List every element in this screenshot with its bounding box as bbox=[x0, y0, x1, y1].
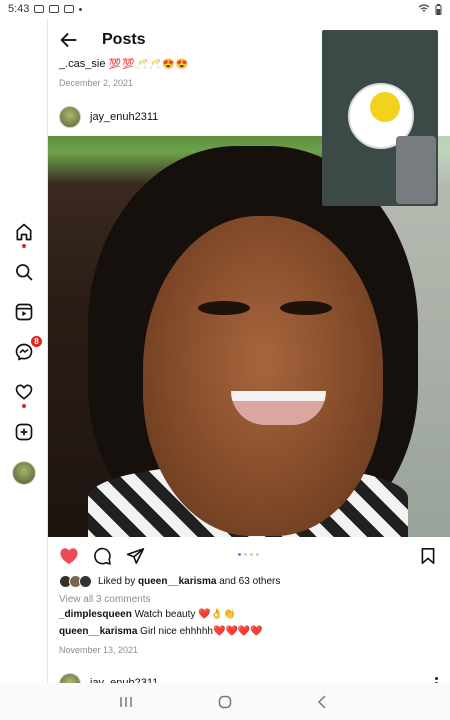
post-date: November 13, 2021 bbox=[59, 645, 139, 655]
post-actions bbox=[48, 537, 450, 573]
comment-item: _dimplesqueen Watch beauty ❤️👌👏 bbox=[59, 609, 236, 620]
search-icon bbox=[16, 264, 33, 281]
back-arrow-icon[interactable] bbox=[58, 29, 80, 51]
previous-post-caption: _.cas_sie 💯💯🥂🥂😍😍 bbox=[59, 58, 189, 70]
back-system-button[interactable] bbox=[312, 693, 332, 711]
instagram-notification-icon bbox=[34, 5, 45, 13]
youtube-notification-icon bbox=[49, 5, 60, 13]
wifi-icon bbox=[418, 4, 430, 12]
home-button[interactable] bbox=[13, 221, 35, 248]
photo-face bbox=[143, 216, 383, 536]
post-author-avatar[interactable] bbox=[59, 106, 81, 128]
likes-suffix[interactable]: and 63 others bbox=[219, 576, 280, 587]
create-icon bbox=[15, 423, 33, 441]
previous-caption-emoji: 💯💯🥂🥂😍😍 bbox=[108, 59, 190, 70]
status-bar: 5:43 bbox=[0, 0, 450, 18]
comment-text: Girl nice ehhhhh❤️❤️❤️❤️ bbox=[140, 626, 263, 637]
likes-prefix: Liked by bbox=[98, 575, 136, 587]
photo-eye-left bbox=[198, 301, 250, 315]
comment-icon[interactable] bbox=[93, 547, 112, 566]
previous-post-date: December 2, 2021 bbox=[59, 78, 134, 88]
activity-dot bbox=[22, 404, 26, 408]
likes-user[interactable]: queen__karisma bbox=[138, 576, 216, 587]
messenger-badge: 8 bbox=[30, 335, 43, 348]
more-notifications-icon bbox=[79, 7, 83, 11]
comment-item: queen__karisma Girl nice ehhhhh❤️❤️❤️❤️ bbox=[59, 626, 263, 637]
recent-apps-button[interactable] bbox=[116, 693, 136, 711]
reels-button[interactable] bbox=[13, 301, 35, 323]
activity-button[interactable] bbox=[13, 381, 35, 408]
save-bookmark-icon[interactable] bbox=[420, 547, 436, 565]
system-navigation-bar bbox=[0, 683, 450, 720]
battery-icon bbox=[435, 3, 442, 15]
home-activity-dot bbox=[22, 244, 26, 248]
reels-icon bbox=[15, 303, 33, 321]
page-title: Posts bbox=[102, 31, 146, 48]
comment-user[interactable]: queen__karisma bbox=[59, 626, 137, 637]
status-time: 5:43 bbox=[8, 3, 30, 15]
home-system-button[interactable] bbox=[215, 693, 235, 711]
search-button[interactable] bbox=[13, 261, 35, 283]
post-author-username[interactable]: jay_enuh2311 bbox=[90, 111, 158, 123]
pip-tumbler bbox=[396, 136, 436, 204]
pip-cartoon-bird bbox=[370, 92, 400, 122]
comment-user[interactable]: _dimplesqueen bbox=[59, 609, 132, 620]
carousel-dots bbox=[238, 553, 259, 556]
home-icon bbox=[16, 223, 32, 241]
heart-icon bbox=[15, 384, 33, 400]
view-all-comments-link[interactable]: View all 3 comments bbox=[59, 594, 151, 605]
liker-avatars bbox=[59, 574, 92, 588]
profile-avatar-button[interactable] bbox=[12, 461, 36, 485]
recent-apps-icon bbox=[120, 697, 132, 707]
previous-caption-user[interactable]: _.cas_sie bbox=[59, 58, 105, 70]
messenger-button[interactable]: 8 bbox=[13, 335, 43, 363]
chevron-left-icon bbox=[317, 695, 326, 709]
like-heart-icon[interactable] bbox=[59, 547, 79, 565]
share-icon[interactable] bbox=[126, 547, 145, 565]
post-header: jay_enuh2311 bbox=[59, 106, 158, 128]
picture-in-picture-video[interactable] bbox=[322, 30, 438, 206]
photo-eye-right bbox=[280, 301, 332, 315]
home-circle-icon bbox=[218, 695, 232, 709]
video-notification-icon bbox=[64, 5, 75, 13]
sidebar-nav: 8 bbox=[0, 18, 48, 683]
comment-text: Watch beauty ❤️👌👏 bbox=[134, 609, 236, 620]
create-button[interactable] bbox=[13, 421, 35, 443]
likes-row[interactable]: Liked by queen__karisma and 63 others bbox=[59, 574, 280, 588]
